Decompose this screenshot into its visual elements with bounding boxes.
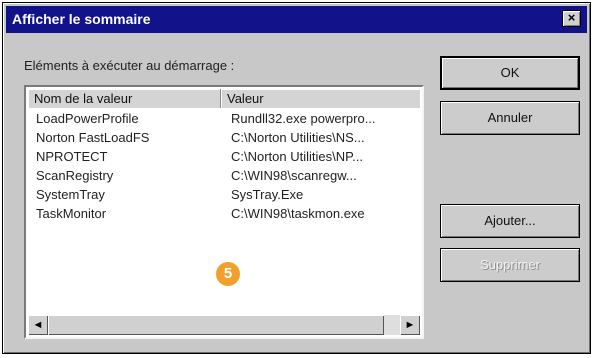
- scroll-left-button[interactable]: ◄: [28, 315, 48, 335]
- item-value: C:\WIN98\scanregw...: [231, 168, 357, 183]
- item-name: Norton FastLoadFS: [36, 130, 150, 145]
- item-value: C:\Norton Utilities\NS...: [231, 130, 365, 145]
- item-name: LoadPowerProfile: [36, 111, 139, 126]
- scroll-left-arrow-icon: ◄: [32, 319, 44, 331]
- remove-button: Supprimer: [440, 248, 580, 282]
- ok-button[interactable]: OK: [440, 56, 580, 90]
- scroll-right-button[interactable]: ►: [400, 315, 420, 335]
- dialog-window: Afficher le sommaire × Eléments à exécut…: [2, 2, 591, 354]
- item-name: TaskMonitor: [36, 206, 107, 221]
- item-name: NPROTECT: [36, 149, 108, 164]
- item-value: Rundll32.exe powerpro...: [231, 111, 376, 126]
- step-number-badge: 5: [216, 262, 240, 286]
- cancel-button[interactable]: Annuler: [440, 101, 580, 135]
- close-button[interactable]: ×: [562, 10, 581, 27]
- column-header-name[interactable]: Nom de la valeur: [28, 89, 221, 108]
- title-bar[interactable]: Afficher le sommaire ×: [6, 6, 587, 33]
- horizontal-scrollbar[interactable]: ◄ ►: [28, 315, 420, 335]
- column-header-value[interactable]: Valeur: [221, 89, 422, 108]
- startup-items-list[interactable]: Nom de la valeur Valeur LoadPowerProfile…: [24, 85, 424, 339]
- item-value: C:\WIN98\taskmon.exe: [231, 206, 365, 221]
- list-caption: Eléments à exécuter au démarrage :: [24, 58, 235, 73]
- item-name: ScanRegistry: [36, 168, 114, 183]
- item-value: C:\Norton Utilities\NP...: [231, 149, 363, 164]
- add-button[interactable]: Ajouter...: [440, 204, 580, 238]
- close-icon: ×: [567, 10, 576, 25]
- window-title: Afficher le sommaire: [12, 11, 151, 27]
- item-name: SystemTray: [36, 187, 105, 202]
- list-header: Nom de la valeur Valeur: [28, 89, 420, 108]
- scrollbar-thumb[interactable]: [48, 315, 384, 335]
- scroll-right-arrow-icon: ►: [404, 319, 416, 331]
- item-value: SysTray.Exe: [231, 187, 304, 202]
